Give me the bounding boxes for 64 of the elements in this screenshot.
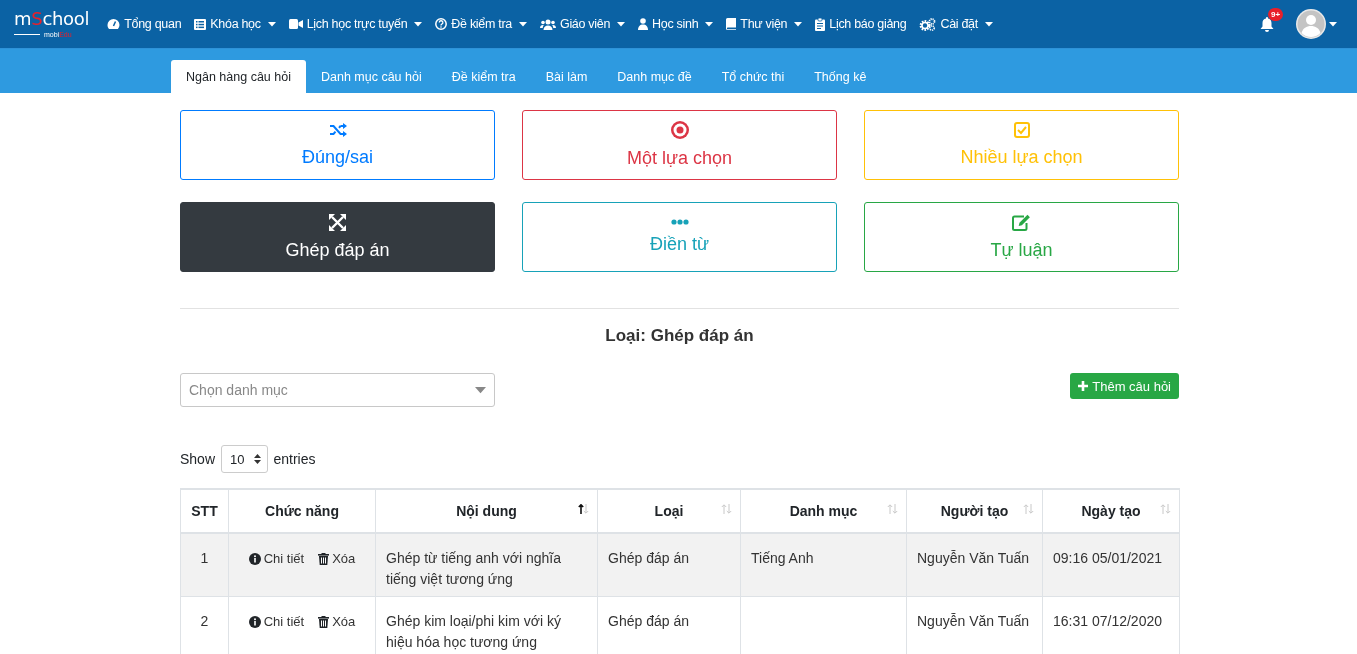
list-icon [194,18,207,30]
table-cell: 2 [180,596,229,654]
entries-label: entries [273,451,316,467]
nav-menu-item[interactable]: Khóa học [194,17,276,31]
detail-link[interactable]: Chi tiết [248,548,305,569]
nav-menu-item[interactable]: Tổng quan [107,17,182,31]
delete-link[interactable]: Xóa [318,548,356,569]
question-type-button[interactable]: Ghép đáp án [180,202,495,272]
caret-icon [794,21,803,27]
plus-icon [1078,381,1089,391]
user-icon [638,18,649,30]
caret-icon [617,21,626,27]
question-type-button[interactable]: Đúng/sai [180,110,495,180]
category-select[interactable]: Chọn danh mục [180,373,495,407]
nav-menu-item[interactable]: Lịch học trực tuyến [288,17,423,31]
nav-menu-item[interactable]: Học sinh [638,17,714,31]
nav-menu-item[interactable]: Thư viện [726,17,803,31]
table-cell: Ghép đáp án [597,533,741,597]
caret-icon [267,21,276,27]
nav-menu-item[interactable]: Lịch báo giảng [815,17,907,31]
checkbox-icon [1013,122,1030,138]
question-type-button[interactable]: Một lựa chọn [522,110,837,180]
table-cell: 1 [180,533,229,597]
question-circle-icon [435,18,448,30]
nav-menu-item[interactable]: Đề kiểm tra [435,17,527,31]
tab[interactable]: Ngân hàng câu hỏi [171,60,306,93]
nav-menu-item[interactable]: Cài đặt [919,17,993,31]
delete-link[interactable]: Xóa [318,611,356,632]
table-cell: Tiếng Anh [740,533,907,597]
bell-icon[interactable] [1260,16,1274,32]
clipboard-icon [815,17,826,31]
caret-icon [1329,21,1337,27]
info-icon [248,552,261,565]
type-heading: Loại: Ghép đáp án [604,326,755,346]
caret-icon [475,386,486,394]
page-length-select[interactable]: 10 [221,445,268,473]
notification-badge: 9+ [1268,7,1284,21]
caret-icon [414,21,423,27]
avatar-icon[interactable] [1296,9,1326,39]
gauge-icon [107,18,121,30]
trash-icon [318,552,330,565]
edit-icon [1012,213,1031,231]
trash-icon [318,615,330,628]
table-cell: Nguyễn Văn Tuấn [906,533,1043,597]
table-cell: 09:16 05/01/2021 [1042,533,1180,597]
info-icon [248,615,261,628]
expand-arrows-icon [329,213,346,231]
users-icon [539,18,556,30]
sort-icon[interactable] [578,504,589,514]
detail-link[interactable]: Chi tiết [248,611,305,632]
shuffle-icon [328,122,347,138]
gears-icon [919,17,937,31]
spinner-caret-icon [253,454,261,464]
logo-wordmark[interactable]: mSchool [14,10,90,28]
video-camera-icon [288,19,303,29]
caret-icon [518,21,527,27]
dot-circle-icon [670,121,689,139]
ellipsis-icon [670,219,689,225]
caret-icon [984,21,993,27]
table-cell: Ghép từ tiếng anh với nghĩa tiếng việt tương ứng [375,533,598,597]
caret-icon [705,21,714,27]
book-icon [726,18,737,30]
show-label: Show [180,451,216,467]
nav-menu-item[interactable]: Giáo viên [539,17,626,31]
